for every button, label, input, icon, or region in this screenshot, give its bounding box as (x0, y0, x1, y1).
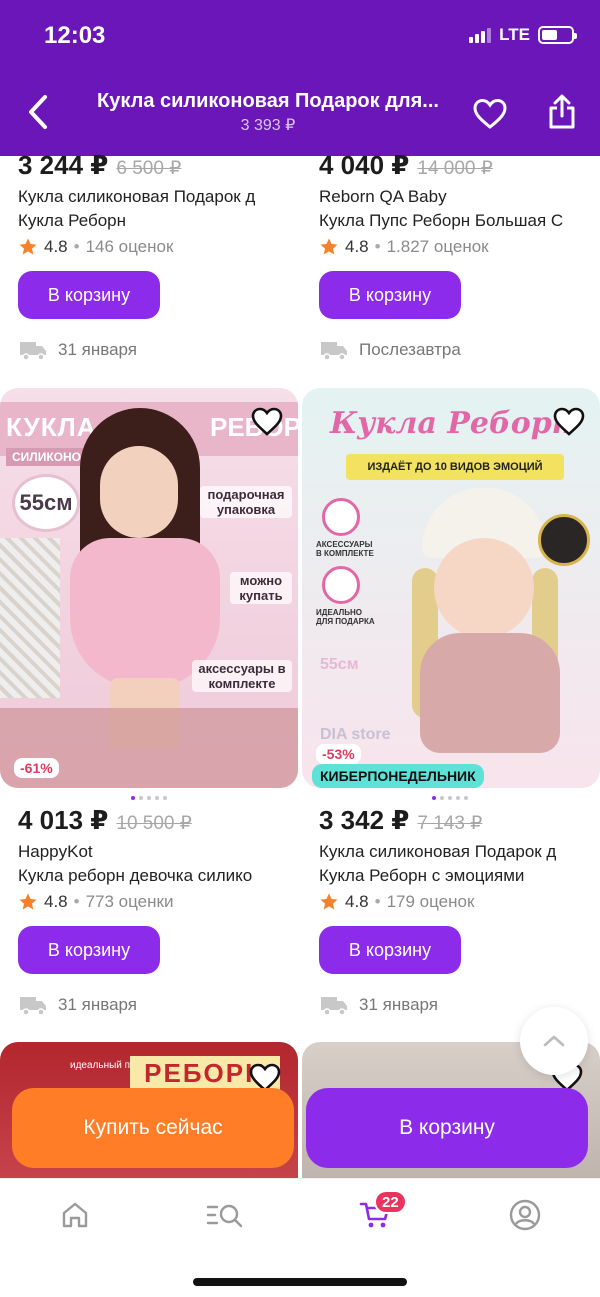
chevron-left-icon (29, 95, 47, 129)
product-card[interactable]: 3 244 ₽ 6 500 ₽ Кукла силиконовая Подаро… (18, 150, 308, 361)
image-text: Кукла Реборн (330, 406, 574, 441)
product-name: Кукла Реборн (18, 211, 127, 230)
star-icon (320, 238, 338, 255)
image-text: АКСЕССУАРЫ В КОМПЛЕКТЕ (316, 540, 374, 558)
delivery-info: Послезавтра (319, 339, 600, 361)
add-to-cart-main-button[interactable]: В корзину (306, 1088, 588, 1168)
product-price: 4 040 ₽ (319, 150, 410, 180)
product-image[interactable]: КУКЛА РЕБОРН СИЛИКОНОВАЯ 55см подарочная… (0, 388, 298, 788)
heart-icon[interactable] (250, 406, 284, 438)
favorite-button[interactable] (468, 92, 512, 136)
image-pagination (131, 796, 167, 800)
add-to-cart-button[interactable]: В корзину (319, 926, 461, 974)
profile-icon (509, 1199, 541, 1231)
image-size-label: 55см (12, 474, 80, 532)
heart-icon[interactable] (552, 406, 586, 438)
image-text: ИЗДАЁТ ДО 10 ВИДОВ ЭМОЦИЙ (346, 454, 564, 480)
product-brand: Кукла силиконовая Подарок д (319, 842, 557, 861)
product-card[interactable]: 3 342 ₽ 7 143 ₽ Кукла силиконовая Подаро… (319, 805, 600, 1016)
star-icon (320, 893, 338, 910)
status-time: 12:03 (44, 22, 106, 49)
catalog-search-icon (206, 1204, 243, 1228)
review-count: 146 оценок (85, 237, 174, 256)
tab-catalog[interactable] (201, 1193, 249, 1237)
product-image[interactable]: Кукла Реборн ИЗДАЁТ ДО 10 ВИДОВ ЭМОЦИЙ А… (302, 388, 600, 788)
image-feature: можно купать (230, 572, 292, 604)
discount-badge: -61% (14, 758, 59, 778)
image-text: КУКЛА (6, 412, 97, 442)
truck-icon (321, 997, 347, 1016)
delivery-date: 31 января (58, 995, 137, 1014)
delivery-info: 31 января (18, 994, 308, 1016)
product-old-price: 6 500 ₽ (116, 158, 182, 179)
discount-badge: -53% (316, 744, 361, 764)
rating-value: 4.8 (345, 892, 369, 911)
promo-badge: КИБЕРПОНЕДЕЛЬНИК (312, 764, 484, 788)
image-pagination (432, 796, 468, 800)
product-old-price: 10 500 ₽ (116, 813, 192, 834)
share-button[interactable] (540, 90, 584, 134)
star-icon (19, 238, 37, 255)
product-old-price: 7 143 ₽ (417, 813, 483, 834)
image-feature: подарочная упаковка (200, 486, 292, 518)
product-card[interactable]: 4 040 ₽ 14 000 ₽ Reborn QA Baby Кукла Пу… (319, 150, 600, 361)
review-count: 773 оценки (85, 892, 174, 911)
product-price: 3 342 ₽ (319, 805, 410, 835)
buy-now-button[interactable]: Купить сейчас (12, 1088, 294, 1168)
add-to-cart-button[interactable]: В корзину (18, 926, 160, 974)
delivery-info: 31 января (18, 339, 308, 361)
delivery-date: Послезавтра (359, 340, 461, 359)
delivery-date: 31 января (58, 340, 137, 359)
rating-value: 4.8 (345, 237, 369, 256)
network-type: LTE (499, 25, 530, 44)
signal-icon (469, 27, 492, 43)
product-price: 4 013 ₽ (18, 805, 109, 835)
product-old-price: 14 000 ₽ (417, 158, 493, 179)
share-icon (549, 94, 575, 129)
image-watermark: DIA store (320, 726, 391, 743)
add-to-cart-button[interactable]: В корзину (319, 271, 461, 319)
add-to-cart-button[interactable]: В корзину (18, 271, 160, 319)
product-name: Кукла Пупс Реборн Большая С (319, 211, 564, 230)
app-header: 12:03 LTE Кукла силиконовая Подарок для.… (0, 0, 600, 156)
back-button[interactable] (18, 90, 58, 134)
product-rating: 4.8 • 179 оценок (319, 892, 600, 912)
image-text: ИДЕАЛЬНО ДЛЯ ПОДАРКА (316, 608, 375, 626)
cart-count-badge: 22 (374, 1190, 407, 1214)
image-size-label: 55см (320, 656, 359, 673)
chevron-up-icon (543, 1035, 565, 1047)
heart-icon (473, 98, 507, 129)
page-subtitle-price: 3 393 ₽ (240, 117, 296, 134)
home-icon (62, 1202, 88, 1228)
scroll-to-top-button[interactable] (520, 1007, 588, 1075)
product-rating: 4.8 • 1.827 оценок (319, 237, 600, 257)
image-feature: аксессуары в комплекте (192, 660, 292, 692)
page-title: Кукла силиконовая Подарок для... (97, 90, 439, 112)
star-icon (19, 893, 37, 910)
tab-profile[interactable] (501, 1193, 549, 1237)
product-name: Кукла реборн девочка силико (18, 866, 253, 885)
battery-icon (538, 26, 577, 44)
product-brand: Reborn QA Baby (319, 187, 447, 206)
header-title-block: Кукла силиконовая Подарок для... 3 393 ₽ (78, 90, 458, 135)
product-card[interactable]: 4 013 ₽ 10 500 ₽ HappyKot Кукла реборн д… (18, 805, 308, 1016)
tab-home[interactable] (51, 1193, 99, 1237)
truck-icon (321, 342, 347, 361)
review-count: 1.827 оценок (386, 237, 489, 256)
home-indicator (193, 1278, 407, 1286)
truck-icon (20, 997, 46, 1016)
rating-value: 4.8 (44, 237, 68, 256)
review-count: 179 оценок (386, 892, 475, 911)
product-name: Кукла Реборн с эмоциями (319, 866, 525, 885)
rating-value: 4.8 (44, 892, 68, 911)
delivery-date: 31 января (359, 995, 438, 1014)
truck-icon (20, 342, 46, 361)
product-brand: HappyKot (18, 842, 93, 861)
product-rating: 4.8 • 773 оценки (18, 892, 308, 912)
status-indicators: LTE (469, 25, 577, 45)
product-brand: Кукла силиконовая Подарок д (18, 187, 256, 206)
product-rating: 4.8 • 146 оценок (18, 237, 308, 257)
product-price: 3 244 ₽ (18, 150, 109, 180)
